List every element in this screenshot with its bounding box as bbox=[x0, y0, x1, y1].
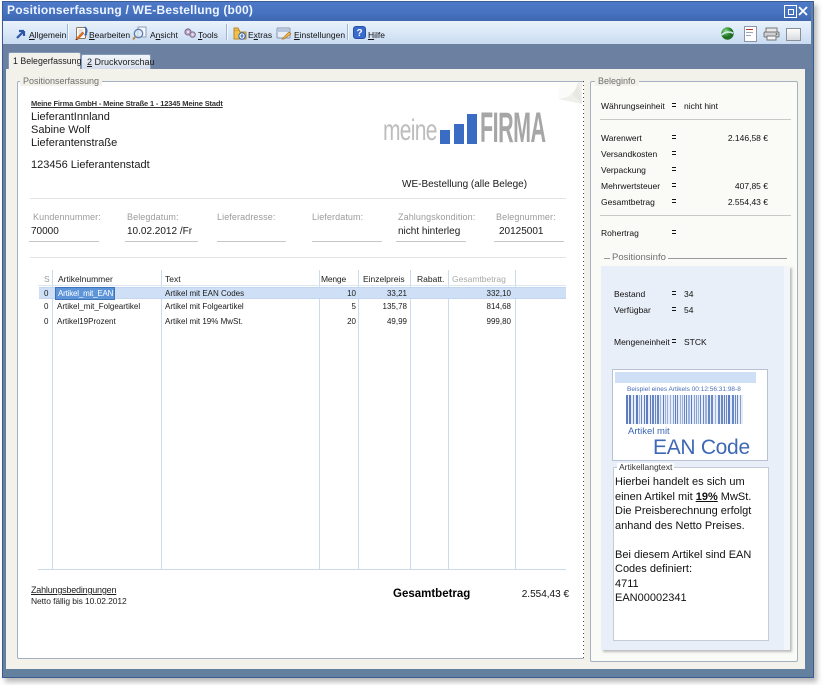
svg-text:?: ? bbox=[356, 28, 362, 39]
